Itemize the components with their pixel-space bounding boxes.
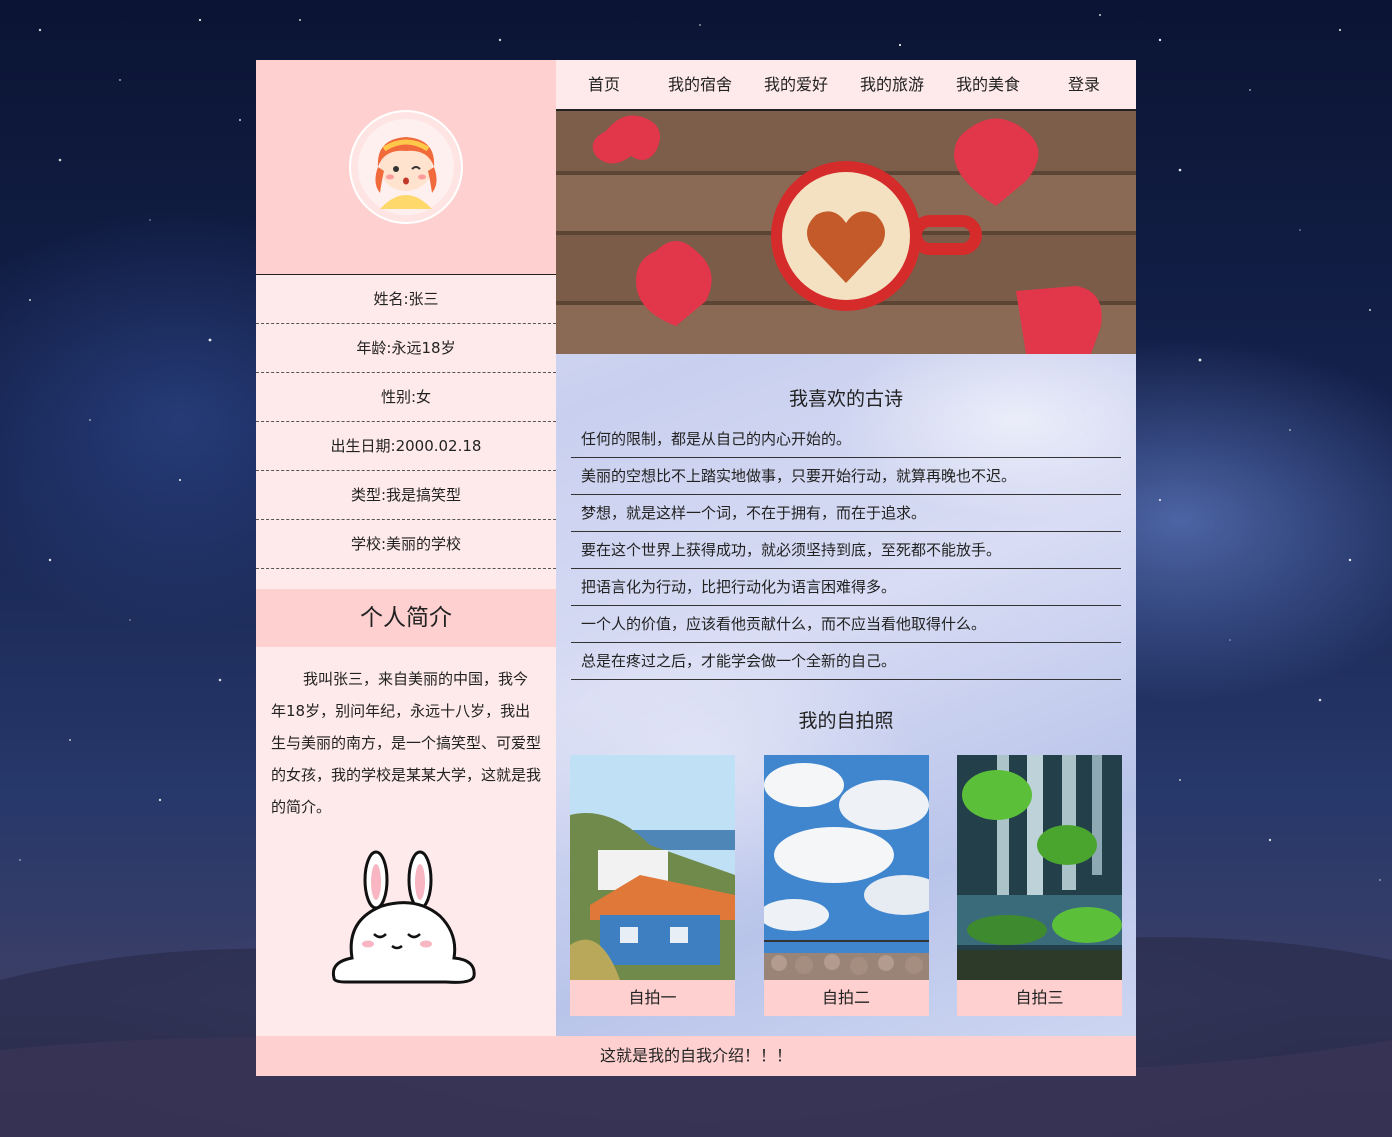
profile-name: 姓名:张三: [256, 275, 556, 324]
main-content: 首页 我的宿舍 我的爱好 我的旅游 我的美食 登录 我喜欢的古诗 任何的限制，都: [556, 60, 1136, 1036]
selfie-card-2[interactable]: 自拍二: [763, 755, 929, 1016]
selfie-image-sky: [763, 755, 929, 980]
page-container: 姓名:张三 年龄:永远18岁 性别:女 出生日期:2000.02.18 类型:我…: [256, 60, 1136, 1076]
poems-title: 我喜欢的古诗: [788, 388, 903, 410]
poem-list: 任何的限制，都是从自己的内心开始的。 美丽的空想比不上踏实地做事，只要开始行动，…: [571, 421, 1121, 680]
avatar: [349, 110, 463, 224]
selfie-image-coast: [570, 755, 735, 980]
nav-hobby[interactable]: 我的爱好: [748, 60, 844, 109]
selfie-gallery: 自拍一 自拍二 自拍三: [570, 755, 1122, 1016]
intro-text: 我叫张三，来自美丽的中国，我今年18岁，别问年纪，永远十八岁，我出生与美丽的南方…: [271, 670, 542, 816]
selfies-title: 我的自拍照: [798, 710, 894, 732]
intro-title: 个人简介: [256, 589, 556, 647]
selfie-card-1[interactable]: 自拍一: [570, 755, 735, 1016]
left-sidebar: 姓名:张三 年龄:永远18岁 性别:女 出生日期:2000.02.18 类型:我…: [256, 60, 556, 1036]
top-nav: 首页 我的宿舍 我的爱好 我的旅游 我的美食 登录: [556, 60, 1136, 111]
selfie-caption-1: 自拍一: [570, 980, 735, 1016]
profile-gender: 性别:女: [256, 373, 556, 422]
nav-food[interactable]: 我的美食: [940, 60, 1036, 109]
selfie-caption-3: 自拍三: [957, 980, 1122, 1016]
avatar-section: [256, 60, 556, 275]
banner-image: [556, 111, 1136, 354]
poem-line: 要在这个世界上获得成功，就必须坚持到底，至死都不能放手。: [571, 532, 1121, 569]
nav-home[interactable]: 首页: [556, 60, 652, 109]
profile-type: 类型:我是搞笑型: [256, 471, 556, 520]
bunny-sticker: [326, 850, 486, 994]
cartoon-girl-avatar-icon: [358, 119, 454, 215]
profile-birthday: 出生日期:2000.02.18: [256, 422, 556, 471]
poem-line: 一个人的价值，应该看他贡献什么，而不应当看他取得什么。: [571, 606, 1121, 643]
profile-age: 年龄:永远18岁: [256, 324, 556, 373]
poem-line: 梦想，就是这样一个词，不在于拥有，而在于追求。: [571, 495, 1121, 532]
nav-login[interactable]: 登录: [1036, 60, 1132, 109]
footer: 这就是我的自我介绍！！！: [256, 1036, 1136, 1076]
poem-line: 美丽的空想比不上踏实地做事，只要开始行动，就算再晚也不迟。: [571, 458, 1121, 495]
poem-line: 总是在疼过之后，才能学会做一个全新的自己。: [571, 643, 1121, 680]
poem-line: 把语言化为行动，比把行动化为语言困难得多。: [571, 569, 1121, 606]
poem-line: 任何的限制，都是从自己的内心开始的。: [571, 421, 1121, 458]
lying-bunny-icon: [331, 850, 476, 984]
selfie-card-3[interactable]: 自拍三: [957, 755, 1122, 1016]
nav-dorm[interactable]: 我的宿舍: [652, 60, 748, 109]
profile-school: 学校:美丽的学校: [256, 520, 556, 569]
nav-travel[interactable]: 我的旅游: [844, 60, 940, 109]
selfie-caption-2: 自拍二: [763, 980, 929, 1016]
selfie-image-waterfall: [957, 755, 1122, 980]
